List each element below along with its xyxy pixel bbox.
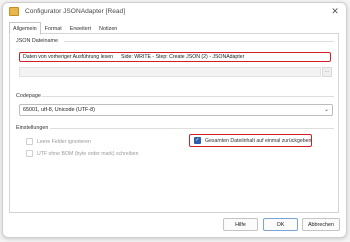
- read-previous-execution-row[interactable]: Daten von vorheriger Ausführung lesen Si…: [19, 52, 331, 62]
- settings-group-label: Einstellungen: [16, 125, 49, 131]
- utf-without-bom-checkbox[interactable]: [26, 150, 33, 157]
- configurator-dialog: Configurator JSONAdapter [Read] ✕ Allgem…: [2, 2, 347, 238]
- tab-allgemein[interactable]: Allgemein: [9, 22, 41, 35]
- codepage-selected-value: 65001, utf-8, Unicode (UTF-8): [23, 107, 95, 113]
- title-bar: Configurator JSONAdapter [Read] ✕: [3, 3, 346, 20]
- ok-button[interactable]: OK: [263, 218, 298, 231]
- browse-button[interactable]: …: [322, 67, 332, 77]
- previous-execution-source: Side: WRITE - Step: Create JSON (2) - JS…: [120, 54, 245, 60]
- read-previous-execution-label: Daten von vorheriger Ausführung lesen: [23, 54, 113, 60]
- ignore-empty-fields-option: Leere Felder ignorieren: [26, 138, 91, 145]
- tab-content-allgemein: JSON Dateiname Daten von vorheriger Ausf…: [9, 33, 339, 213]
- codepage-group-label: Codepage: [16, 93, 41, 99]
- group-divider: [64, 41, 334, 42]
- return-whole-content-checkbox[interactable]: ✓: [194, 137, 201, 144]
- json-filename-group-label: JSON Dateiname: [16, 38, 58, 44]
- folder-icon: [9, 7, 19, 16]
- return-whole-content-label: Gesamten Dateiinhalt auf einmal zurückge…: [205, 137, 312, 144]
- page: Configurator JSONAdapter [Read] ✕ Allgem…: [0, 0, 350, 242]
- utf-without-bom-option: UTF ohne BOM (byte order mark) schreiben: [26, 150, 138, 157]
- ignore-empty-fields-label: Leere Felder ignorieren: [37, 138, 91, 145]
- json-path-input[interactable]: [19, 67, 321, 77]
- group-divider: [42, 96, 334, 97]
- close-icon[interactable]: ✕: [330, 6, 340, 16]
- return-whole-content-option: ✓ Gesamten Dateiinhalt auf einmal zurück…: [194, 137, 311, 144]
- chevron-down-icon: ⌄: [323, 107, 329, 113]
- utf-without-bom-label: UTF ohne BOM (byte order mark) schreiben: [37, 150, 139, 157]
- ignore-empty-fields-checkbox[interactable]: [26, 138, 33, 145]
- help-button[interactable]: Hilfe: [223, 218, 258, 231]
- tab-bar: Allgemein Format Erweitert Notizen: [9, 22, 121, 35]
- group-divider: [50, 128, 334, 129]
- cancel-button[interactable]: Abbrechen: [302, 218, 340, 231]
- codepage-select[interactable]: 65001, utf-8, Unicode (UTF-8) ⌄: [19, 104, 333, 116]
- window-title: Configurator JSONAdapter [Read]: [25, 8, 126, 15]
